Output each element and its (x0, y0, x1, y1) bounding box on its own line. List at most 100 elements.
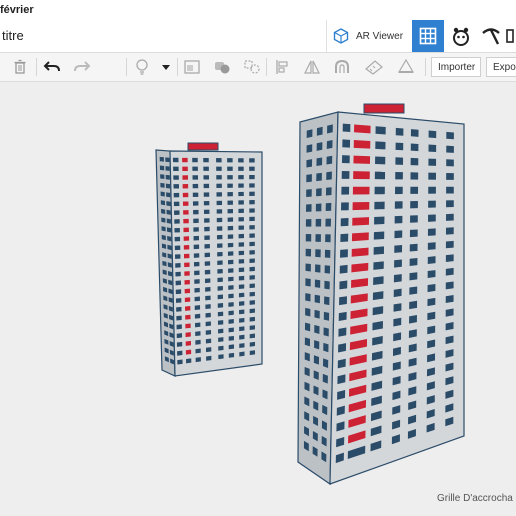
page-title[interactable]: titre (2, 28, 24, 43)
window (327, 124, 333, 134)
balcony-window (183, 253, 190, 259)
window (249, 166, 255, 171)
align-icon[interactable] (272, 57, 292, 77)
scene-canvas[interactable] (0, 82, 516, 516)
balcony-window (354, 124, 371, 134)
workplane-icon[interactable] (396, 57, 416, 77)
window (395, 127, 404, 136)
magnet-icon[interactable] (332, 57, 352, 77)
window (305, 219, 312, 227)
window (218, 328, 224, 334)
window (446, 200, 454, 208)
window (176, 333, 183, 339)
window (227, 183, 233, 188)
blocks-icon (453, 27, 469, 46)
codeblocks-button[interactable] (476, 20, 506, 52)
group-icon[interactable] (212, 57, 232, 77)
window (410, 186, 419, 194)
building-right[interactable] (297, 103, 465, 486)
redo-icon[interactable] (72, 57, 92, 77)
window (314, 309, 320, 319)
grid-view-button[interactable] (412, 20, 444, 52)
window (410, 157, 419, 166)
window (393, 317, 402, 327)
blocks-button[interactable] (446, 20, 476, 52)
lightbulb-icon[interactable] (132, 57, 152, 77)
window (216, 209, 223, 214)
window (315, 264, 321, 273)
window (323, 342, 329, 353)
window (446, 173, 454, 180)
overflow-icon[interactable] (506, 20, 516, 52)
window (205, 329, 212, 335)
window (410, 143, 419, 152)
window (316, 188, 322, 197)
mirror-icon[interactable] (302, 57, 322, 77)
window (394, 230, 403, 239)
window (216, 200, 223, 206)
balcony-window (182, 166, 188, 171)
window (305, 307, 311, 317)
undo-icon[interactable] (42, 57, 62, 77)
window (446, 145, 454, 153)
window (249, 266, 255, 272)
window (195, 331, 201, 337)
window (203, 166, 209, 171)
window (314, 294, 320, 304)
trash-icon[interactable] (10, 57, 30, 77)
import-button[interactable]: Importer (431, 57, 481, 77)
window (249, 174, 255, 180)
window (217, 303, 224, 308)
3d-viewport[interactable] (0, 82, 516, 516)
window (175, 289, 182, 295)
window (195, 357, 201, 363)
window (374, 186, 385, 195)
ruler-icon[interactable] (364, 57, 384, 77)
ungroup-icon[interactable] (242, 57, 262, 77)
window (173, 201, 180, 207)
window (193, 209, 199, 215)
window (206, 355, 212, 361)
export-button[interactable]: Expor (486, 57, 516, 77)
window (394, 259, 402, 268)
window (445, 294, 454, 304)
window (227, 251, 234, 256)
window (192, 201, 199, 206)
window (203, 175, 210, 180)
window (161, 208, 166, 214)
balcony-window (184, 279, 190, 285)
window (165, 166, 170, 171)
snap-grid-label[interactable]: Grille D'accrocha (437, 493, 513, 504)
chevron-down-icon[interactable] (156, 57, 176, 77)
window (227, 192, 233, 197)
window (325, 202, 332, 212)
window (217, 243, 223, 248)
ar-viewer-button[interactable]: AR Viewer (326, 20, 408, 52)
image-icon[interactable] (182, 57, 202, 77)
window (428, 200, 436, 208)
window (205, 338, 212, 344)
window (203, 157, 209, 163)
window (249, 225, 255, 230)
window (445, 227, 454, 235)
window (173, 184, 180, 189)
window (314, 324, 320, 334)
window (445, 267, 454, 276)
balcony-window (184, 288, 191, 294)
window (373, 231, 385, 240)
window (428, 172, 437, 180)
window (238, 225, 244, 230)
window (249, 258, 255, 263)
window (174, 236, 181, 242)
building-left[interactable] (155, 142, 263, 377)
window (315, 234, 321, 242)
window (339, 296, 347, 306)
window (172, 157, 179, 163)
window (305, 233, 312, 242)
window (217, 277, 223, 283)
balcony-window (353, 171, 370, 180)
window (194, 305, 201, 310)
window (192, 157, 198, 163)
window (228, 344, 235, 350)
window (203, 209, 210, 215)
